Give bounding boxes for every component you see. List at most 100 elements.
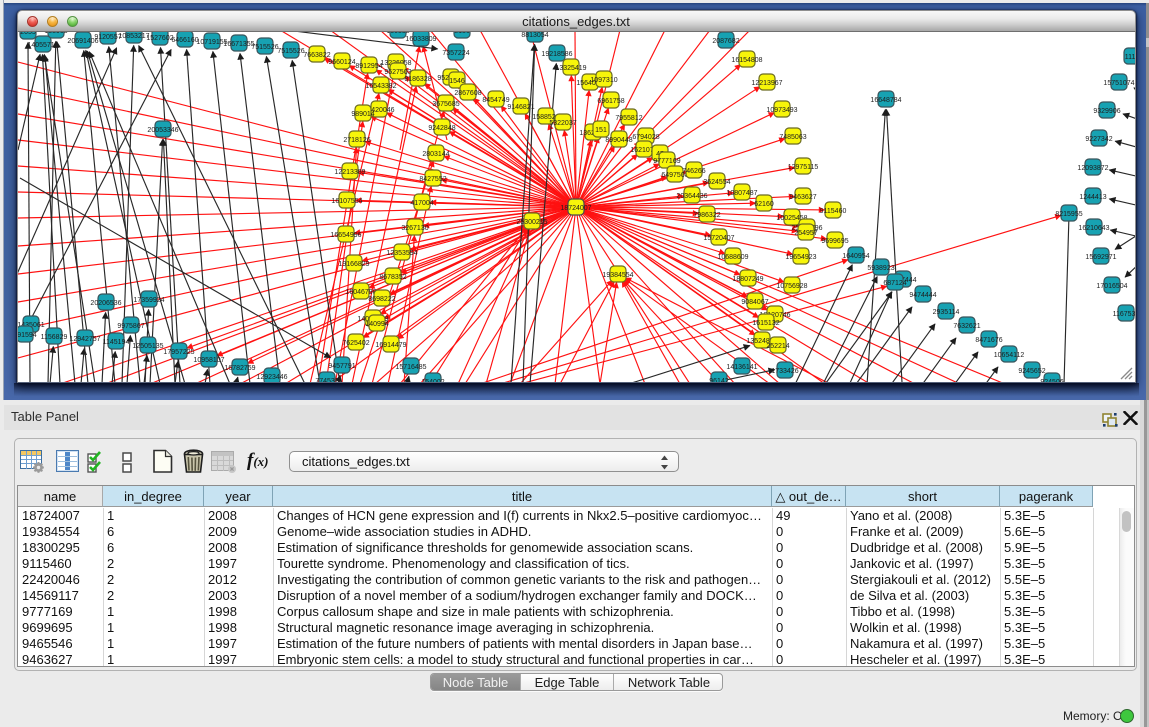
svg-text:2867608: 2867608 [454, 90, 481, 97]
svg-text:16107554: 16107554 [331, 198, 362, 205]
svg-text:9699695: 9699695 [821, 238, 848, 245]
svg-text:12093872: 12093872 [1077, 165, 1108, 172]
svg-text:2718126: 2718126 [343, 137, 370, 144]
svg-text:9245652: 9245652 [1018, 368, 1045, 375]
svg-text:3624554: 3624554 [703, 179, 730, 186]
svg-text:20364436: 20364436 [676, 193, 707, 200]
svg-text:8698222: 8698222 [368, 296, 395, 303]
svg-text:12213389: 12213389 [334, 169, 365, 176]
svg-text:10807487: 10807487 [726, 190, 757, 197]
svg-text:17359924: 17359924 [133, 297, 164, 304]
svg-text:6466160: 6466160 [171, 37, 198, 44]
svg-text:8186328: 8186328 [404, 76, 431, 83]
svg-text:16543382: 16543382 [365, 83, 396, 90]
svg-text:2935114: 2935114 [933, 309, 960, 316]
svg-text:9457791: 9457791 [328, 363, 355, 370]
svg-text:2803144: 2803144 [422, 151, 449, 158]
svg-text:924506: 924506 [1040, 379, 1063, 382]
svg-text:16654996: 16654996 [330, 232, 361, 239]
svg-text:25300215: 25300215 [516, 219, 547, 226]
svg-text:18807249: 18807249 [732, 276, 763, 283]
svg-text:20206536: 20206536 [90, 300, 121, 307]
svg-text:9463627: 9463627 [789, 194, 816, 201]
svg-text:14136141: 14136141 [726, 364, 757, 371]
svg-text:10973493: 10973493 [766, 107, 797, 114]
svg-text:10958107: 10958107 [193, 357, 224, 364]
svg-text:252214: 252214 [766, 343, 789, 350]
svg-text:18724007: 18724007 [560, 205, 591, 212]
svg-text:8813054: 8813054 [521, 32, 548, 39]
svg-text:6794028: 6794028 [632, 134, 659, 141]
svg-text:16210643: 16210643 [1078, 225, 1109, 232]
svg-text:14055714: 14055714 [27, 42, 58, 49]
svg-text:8912954: 8912954 [355, 63, 382, 70]
svg-text:9527503: 9527503 [384, 69, 411, 76]
svg-text:7955812: 7955812 [615, 115, 642, 122]
svg-text:9474444: 9474444 [909, 292, 936, 299]
svg-text:10688609: 10688609 [717, 254, 748, 261]
svg-text:2055: 2055 [20, 32, 36, 36]
svg-text:12213967: 12213967 [751, 80, 782, 87]
svg-text:9146821: 9146821 [507, 104, 534, 111]
svg-text:1097310: 1097310 [590, 77, 617, 84]
svg-text:9115460: 9115460 [820, 208, 847, 215]
svg-text:7357224: 7357224 [442, 50, 469, 57]
svg-text:15692971: 15692971 [1085, 254, 1116, 261]
svg-text:1145194: 1145194 [103, 339, 130, 346]
svg-text:6961758: 6961758 [597, 98, 624, 105]
svg-text:1156829: 1156829 [41, 334, 68, 341]
svg-text:3675685: 3675685 [432, 101, 459, 108]
svg-text:7663822: 7663822 [303, 52, 330, 59]
svg-text:16782759: 16782759 [224, 365, 255, 372]
svg-text:62160: 62160 [754, 201, 774, 208]
svg-text:1112: 1112 [1125, 54, 1135, 61]
svg-text:8427552: 8427552 [419, 176, 446, 183]
svg-text:5322037: 5322037 [549, 120, 576, 127]
svg-text:20053346: 20053346 [147, 127, 178, 134]
svg-text:7632621: 7632621 [953, 323, 980, 330]
svg-text:1640954: 1640954 [842, 253, 869, 260]
svg-text:417004: 417004 [410, 200, 433, 207]
svg-text:19218586: 19218586 [541, 51, 572, 58]
svg-text:19166829: 19166829 [338, 261, 369, 268]
svg-text:774531: 774531 [315, 378, 338, 382]
svg-text:140994: 140994 [365, 321, 388, 328]
svg-text:19654923: 19654923 [785, 254, 816, 261]
svg-text:96142: 96142 [709, 378, 729, 382]
svg-text:8136: 8136 [454, 32, 470, 35]
svg-text:17016504: 17016504 [1096, 283, 1127, 290]
svg-text:1733426: 1733426 [771, 368, 798, 375]
svg-text:3267130: 3267130 [401, 225, 428, 232]
svg-text:13325419: 13325419 [555, 65, 586, 72]
svg-text:9084067: 9084067 [741, 299, 768, 306]
svg-text:16671355: 16671355 [223, 41, 254, 48]
svg-text:9660124: 9660124 [328, 59, 355, 66]
svg-text:989014: 989014 [351, 111, 374, 118]
svg-text:154002: 154002 [421, 379, 444, 382]
svg-text:15751074: 15751074 [1103, 80, 1134, 87]
svg-text:9227342: 9227342 [1085, 136, 1112, 143]
svg-text:7625402: 7625402 [342, 340, 369, 347]
svg-text:163903: 163903 [44, 32, 67, 35]
svg-text:17957225: 17957225 [163, 349, 194, 356]
svg-text:9975867: 9975867 [117, 323, 144, 330]
svg-text:16914479: 16914479 [375, 342, 406, 349]
svg-text:2087682: 2087682 [712, 38, 739, 45]
svg-text:12942757: 12942757 [69, 336, 100, 343]
svg-text:10756928: 10756928 [776, 283, 807, 290]
svg-text:8990448: 8990448 [605, 137, 632, 144]
svg-text:391594: 391594 [18, 332, 37, 339]
svg-text:16033809: 16033809 [405, 36, 436, 43]
svg-text:1244413: 1244413 [1079, 194, 1106, 201]
svg-text:254957: 254957 [794, 230, 817, 237]
svg-text:12923446: 12923446 [256, 374, 287, 381]
svg-text:1615132: 1615132 [752, 320, 779, 327]
svg-text:19384554: 19384554 [602, 272, 633, 279]
svg-text:7515526: 7515526 [251, 44, 278, 51]
svg-text:7986322: 7986322 [693, 212, 720, 219]
svg-text:8215955: 8215955 [1055, 211, 1082, 218]
svg-text:8454749: 8454749 [482, 97, 509, 104]
svg-text:8678352: 8678352 [379, 274, 406, 281]
svg-text:1167534: 1167534 [1113, 311, 1135, 318]
svg-text:9242848: 9242848 [428, 125, 455, 132]
